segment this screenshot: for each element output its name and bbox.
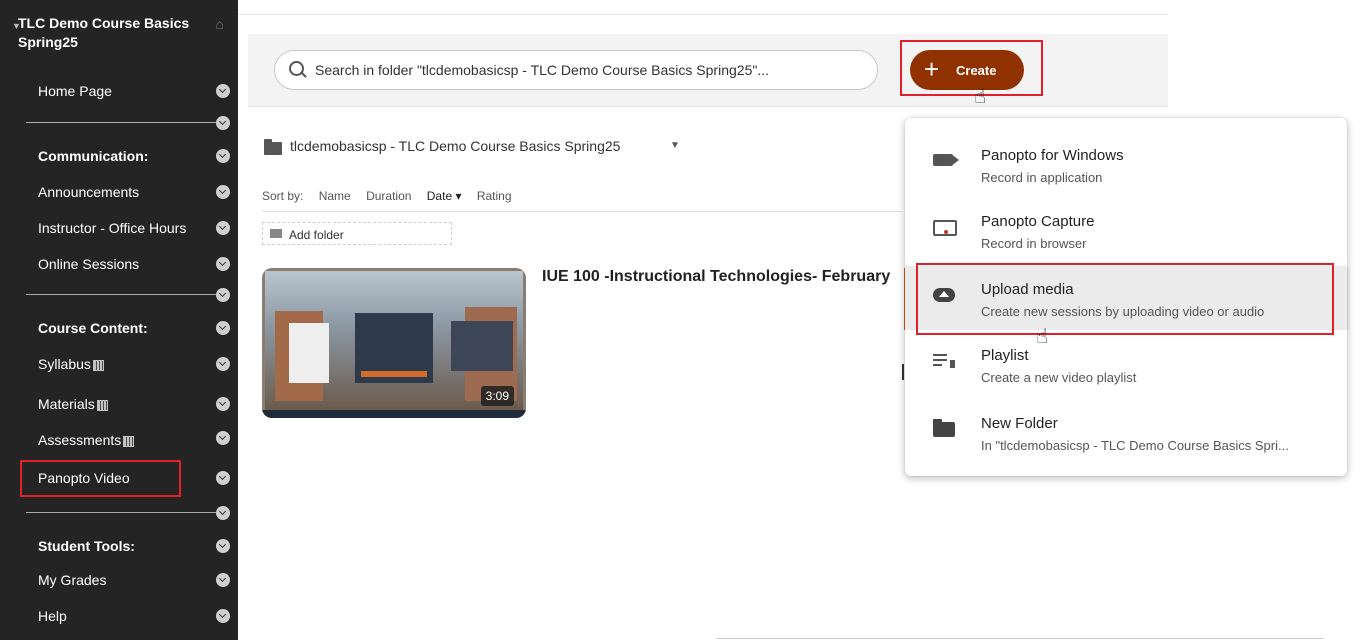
menu-item-panopto-for-windows[interactable]: Panopto for Windows Record in applicatio…	[905, 132, 1347, 196]
sidebar-item-label: Syllabus	[38, 356, 91, 372]
sidebar-divider	[26, 512, 216, 513]
chevron-down-icon[interactable]	[216, 288, 230, 302]
bottom-divider	[716, 638, 1324, 639]
sidebar-item-materials[interactable]: Materials	[38, 396, 108, 412]
chevron-down-icon[interactable]	[216, 257, 230, 271]
sidebar-heading-label: Course Content:	[38, 320, 148, 336]
video-duration-badge: 3:09	[480, 386, 514, 406]
caret-down-icon[interactable]: ▼	[670, 140, 680, 151]
sidebar-item-label: Home Page	[38, 83, 112, 99]
sidebar-heading-label: Communication:	[38, 148, 149, 164]
chevron-down-icon[interactable]	[216, 321, 230, 335]
top-divider	[238, 14, 1168, 15]
chevron-down-icon[interactable]	[216, 149, 230, 163]
chevron-down-icon[interactable]	[216, 609, 230, 623]
chevron-down-icon[interactable]	[216, 357, 230, 371]
chevron-down-icon[interactable]	[216, 84, 230, 98]
sort-option-date[interactable]: Date ▾	[427, 189, 462, 203]
course-title[interactable]: ▼ TLC Demo Course Basics Spring25 ⌂	[12, 14, 224, 52]
content-area-icon	[92, 360, 104, 371]
menu-item-title: Playlist	[981, 347, 1029, 364]
menu-item-new-folder[interactable]: New Folder In "tlcdemobasicsp - TLC Demo…	[905, 400, 1347, 464]
sort-option-name[interactable]: Name	[319, 189, 351, 203]
video-thumbnail[interactable]: 3:09	[262, 268, 526, 418]
add-folder-button[interactable]: Add folder	[262, 222, 452, 245]
video-camera-icon	[933, 154, 959, 166]
sidebar-heading-course-content: Course Content:	[38, 320, 148, 336]
highlight-box-panopto-video	[20, 460, 181, 497]
menu-item-subtitle: Record in application	[981, 170, 1103, 185]
content-area-icon	[123, 436, 135, 447]
chevron-down-icon[interactable]	[216, 116, 230, 130]
sort-option-rating[interactable]: Rating	[477, 189, 512, 203]
chevron-down-icon[interactable]	[216, 573, 230, 587]
menu-item-title: Panopto Capture	[981, 213, 1095, 230]
sidebar-item-label: My Grades	[38, 572, 107, 588]
sidebar-item-help[interactable]: Help	[38, 608, 67, 624]
folder-icon	[933, 419, 955, 437]
folder-icon	[264, 139, 282, 155]
chevron-down-icon[interactable]	[216, 431, 230, 445]
sidebar-item-online-sessions[interactable]: Online Sessions	[38, 256, 139, 272]
sidebar-item-label: Announcements	[38, 184, 140, 200]
sidebar-heading-student-tools: Student Tools:	[38, 538, 135, 554]
highlight-box-upload-media	[916, 263, 1334, 335]
screen-record-icon	[933, 220, 957, 236]
menu-item-subtitle: Record in browser	[981, 236, 1087, 251]
course-title-text: TLC Demo Course Basics Spring25	[18, 15, 190, 50]
highlight-box-create	[900, 40, 1043, 96]
menu-item-title: New Folder	[981, 415, 1058, 432]
chevron-down-icon[interactable]	[216, 471, 230, 485]
sort-divider	[262, 211, 902, 212]
sidebar-divider	[26, 122, 216, 123]
sidebar-item-label: Online Sessions	[38, 256, 140, 272]
hand-cursor-icon: ☝	[1036, 326, 1049, 348]
sort-label: Sort by:	[262, 189, 304, 203]
home-icon[interactable]: ⌂	[216, 15, 224, 34]
add-folder-label: Add folder	[289, 228, 344, 242]
sidebar-item-my-grades[interactable]: My Grades	[38, 572, 106, 588]
folder-name[interactable]: tlcdemobasicsp - TLC Demo Course Basics …	[290, 138, 620, 154]
sidebar-heading-label: Student Tools:	[38, 538, 135, 554]
search-icon	[289, 61, 304, 76]
content-area-icon	[96, 400, 108, 411]
menu-item-title: Panopto for Windows	[981, 147, 1124, 164]
video-title-link[interactable]: IUE 100 -Instructional Technologies- Feb…	[542, 268, 904, 286]
sidebar-item-label: Assessments	[38, 432, 122, 448]
add-folder-icon	[270, 229, 282, 238]
search-input[interactable]: Search in folder "tlcdemobasicsp - TLC D…	[274, 50, 878, 90]
chevron-down-icon[interactable]	[216, 506, 230, 520]
sidebar-item-label: Instructor - Office Hours	[38, 220, 187, 236]
sidebar-item-label: Materials	[38, 396, 95, 412]
playlist-icon	[933, 354, 955, 368]
search-placeholder: Search in folder "tlcdemobasicsp - TLC D…	[315, 62, 769, 78]
chevron-down-icon[interactable]	[216, 539, 230, 553]
collapse-triangle-icon[interactable]: ▼	[12, 17, 21, 36]
course-sidebar: ▼ TLC Demo Course Basics Spring25 ⌂ Home…	[0, 0, 238, 640]
hand-cursor-icon: ☝	[974, 86, 987, 108]
menu-item-panopto-capture[interactable]: Panopto Capture Record in browser	[905, 198, 1347, 262]
sidebar-item-announcements[interactable]: Announcements	[38, 184, 139, 200]
menu-item-subtitle: In "tlcdemobasicsp - TLC Demo Course Bas…	[981, 438, 1289, 453]
menu-item-subtitle: Create a new video playlist	[981, 370, 1137, 385]
sidebar-item-label: Help	[38, 608, 67, 624]
sort-option-duration[interactable]: Duration	[366, 189, 411, 203]
menu-item-playlist[interactable]: Playlist Create a new video playlist	[905, 332, 1347, 396]
sort-bar: Sort by: Name Duration Date ▾ Rating	[262, 189, 524, 203]
chevron-down-icon[interactable]	[216, 397, 230, 411]
text-cursor-mark	[902, 364, 904, 380]
chevron-down-icon[interactable]	[216, 221, 230, 235]
sidebar-item-home-page[interactable]: Home Page	[38, 83, 112, 99]
sidebar-heading-communication: Communication:	[38, 148, 148, 164]
sidebar-item-office-hours[interactable]: Instructor - Office Hours	[38, 220, 186, 236]
sidebar-item-assessments[interactable]: Assessments	[38, 432, 135, 448]
sidebar-divider	[26, 294, 216, 295]
sidebar-item-syllabus[interactable]: Syllabus	[38, 356, 104, 372]
chevron-down-icon[interactable]	[216, 185, 230, 199]
